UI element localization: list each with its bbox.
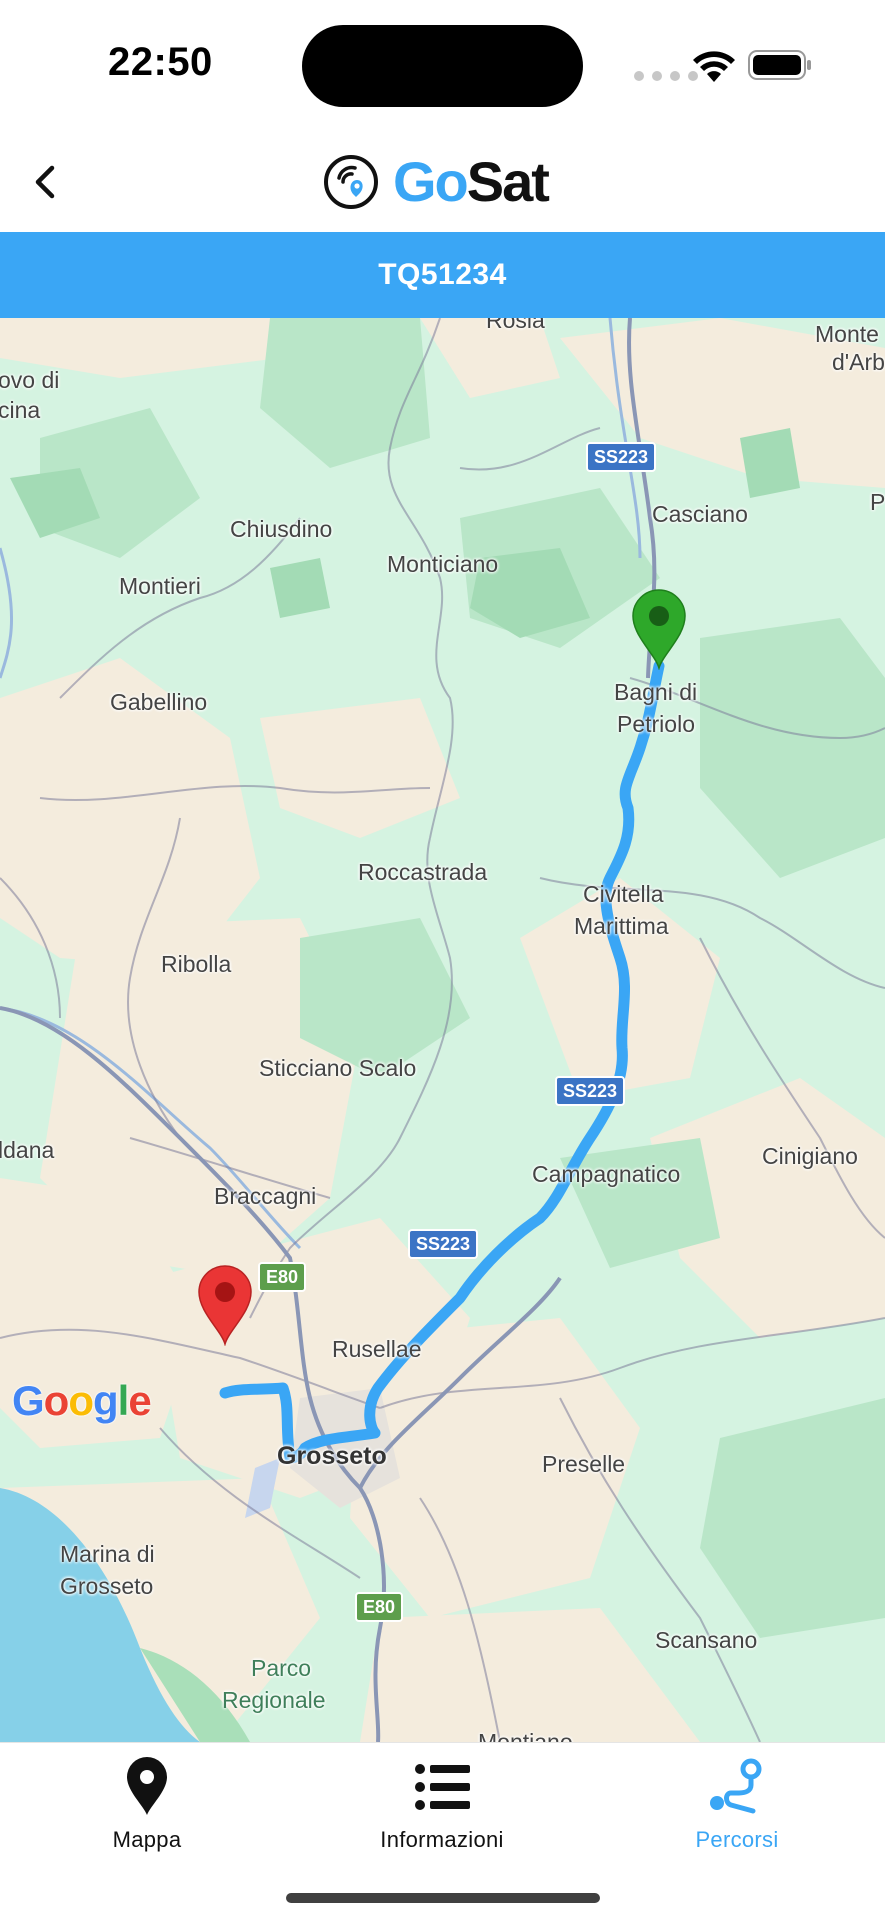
map-label-marina-grosseto: Grosseto [60,1573,154,1599]
map-view[interactable]: Rosia Monte d'Arb ovo di cina P Casciano… [0,318,885,1742]
bottom-tab-bar: Mappa Informazioni Percorsi [0,1742,885,1921]
map-background [0,318,885,1742]
map-label-roccastrada: Roccastrada [358,859,488,885]
end-marker-pin-icon[interactable] [195,1262,255,1346]
vehicle-plate: TQ51234 [378,258,507,291]
google-logo: Google [12,1377,152,1424]
map-label-campagnatico: Campagnatico [532,1161,681,1187]
map-label-rusellae: Rusellae [332,1336,422,1362]
tab-mappa[interactable]: Mappa [57,1743,237,1863]
map-label-bagni-di: Bagni di [614,679,698,705]
tab-informazioni-label: Informazioni [380,1827,504,1852]
map-label-cina: cina [0,397,41,423]
map-label-ribolla: Ribolla [161,951,232,977]
satellite-logo-icon [324,155,378,209]
cellular-signal-icon [634,71,700,81]
start-marker-pin-icon[interactable] [629,586,689,670]
map-label-monticiano: Monticiano [387,551,499,577]
map-label-cinigiano: Cinigiano [762,1143,858,1169]
status-bar: 22:50 [0,0,885,130]
tab-percorsi-label: Percorsi [695,1827,779,1852]
brand-name: GoSat [393,150,550,213]
map-label-scansano: Scansano [655,1627,758,1653]
list-icon [415,1764,470,1810]
map-label-parco: Parco [251,1655,312,1681]
back-chevron-icon[interactable] [22,158,70,206]
battery-icon [748,50,811,80]
tab-informazioni[interactable]: Informazioni [352,1743,532,1863]
dynamic-island [302,25,583,107]
map-label-preselle: Preselle [542,1451,626,1477]
map-label-monte: Monte [815,321,879,347]
map-label-ovo-di: ovo di [0,367,60,393]
map-label-montieri: Montieri [119,573,201,599]
gosat-logo: GoSat [323,152,563,212]
map-label-gabellino: Gabellino [110,689,208,715]
map-label-civitella: Civitella [583,881,664,907]
map-label-rosia: Rosia [486,318,545,333]
map-label-ldana: ldana [0,1137,55,1163]
map-pin-icon [127,1757,167,1815]
tab-percorsi[interactable]: Percorsi [647,1743,827,1863]
road-shield-ss223: SS223 [586,442,657,472]
road-shield-e80: E80 [355,1592,404,1622]
map-label-casciano: Casciano [652,501,748,527]
tab-mappa-label: Mappa [112,1827,182,1852]
home-indicator[interactable] [286,1893,600,1903]
map-label-darbia: d'Arb [832,349,885,375]
road-shield-ss223: SS223 [408,1229,479,1259]
route-icon [710,1758,762,1814]
status-time: 22:50 [108,40,213,84]
map-label-marittima: Marittima [574,913,669,939]
map-label-montiano: Montiano [478,1729,573,1742]
road-shield-e80: E80 [258,1262,307,1292]
road-shield-ss223: SS223 [555,1076,626,1106]
map-label-regionale: Regionale [222,1687,326,1713]
vehicle-plate-bar: TQ51234 [0,232,885,318]
map-label-sticciano-scalo: Sticciano Scalo [259,1055,417,1081]
map-label-grosseto: Grosseto [277,1442,387,1470]
app-header: GoSat [0,130,885,232]
map-label-chiusdino: Chiusdino [230,516,333,542]
wifi-icon [693,51,735,82]
map-label-braccagni: Braccagni [214,1183,317,1209]
map-label-p: P [870,489,885,515]
map-label-petriolo: Petriolo [617,711,695,737]
map-label-marina-di: Marina di [60,1541,155,1567]
